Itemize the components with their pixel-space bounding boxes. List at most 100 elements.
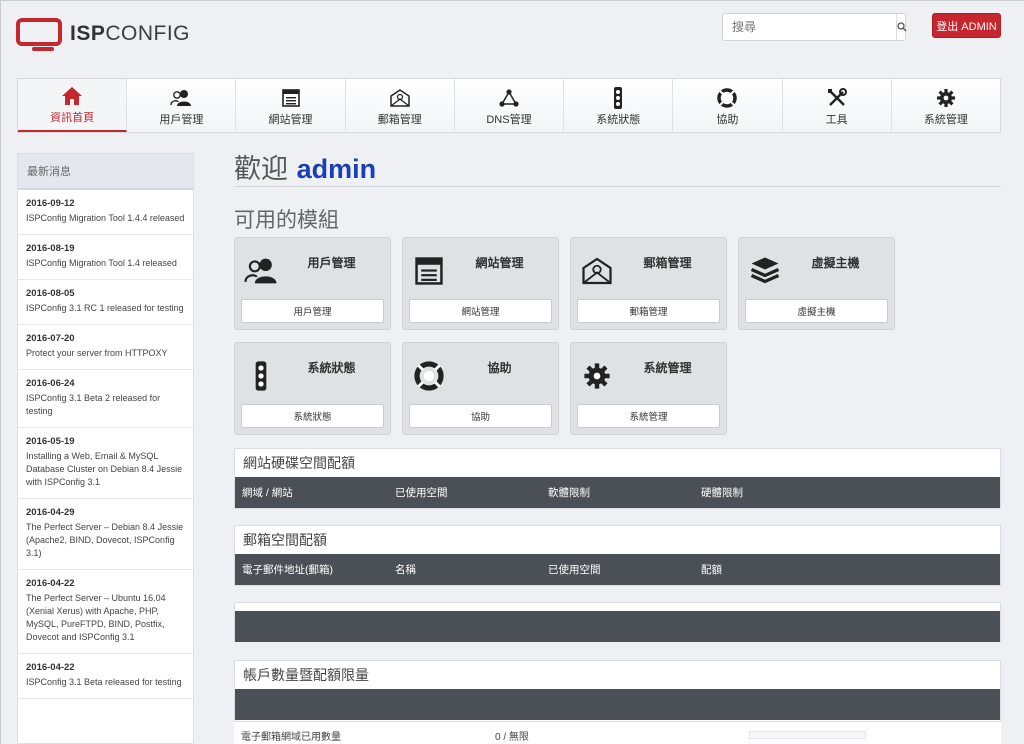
news-link[interactable]: ISPConfig 3.1 Beta 2 released for testin… (26, 392, 185, 418)
module-card-mail: 郵箱管理 郵箱管理 (570, 237, 727, 330)
nav-item-dns[interactable]: DNS管理 (454, 79, 565, 132)
logout-button[interactable]: 登出 ADMIN (932, 13, 1001, 38)
table-header: 網域 / 網站 已使用空間 軟體限制 硬體限制 (235, 477, 1000, 508)
nav-item-monitor[interactable]: 系統狀態 (564, 79, 674, 132)
module-button-sites[interactable]: 網站管理 (409, 299, 552, 323)
page-title: 歡迎 admin (234, 147, 376, 186)
news-item[interactable]: 2016-04-22 The Perfect Server – Ubuntu 16… (18, 570, 193, 654)
news-date: 2016-04-29 (26, 507, 75, 518)
divider (234, 186, 1001, 187)
module-button-clients[interactable]: 用戶管理 (241, 299, 384, 323)
search-icon (897, 22, 907, 32)
news-item[interactable]: 2016-05-19 Installing a Web, Email & MySQ… (18, 428, 193, 499)
website-icon (281, 89, 300, 107)
news-date: 2016-06-24 (26, 378, 75, 389)
news-item[interactable]: 2016-08-05 ISPConfig 3.1 RC 1 released fo… (18, 280, 193, 325)
nav-label: 系統狀態 (596, 114, 641, 126)
nav-item-system[interactable]: 系統管理 (891, 79, 1000, 132)
news-item[interactable]: 2016-08-19 ISPConfig Migration Tool 1.4 r… (18, 235, 193, 280)
column-header[interactable]: 名稱 (388, 562, 541, 577)
column-header[interactable]: 網域 / 網站 (235, 485, 388, 500)
table-row: 電子郵箱網域已用數量 0 / 無限 (234, 722, 1001, 744)
column-header[interactable]: 電子郵件地址(郵箱) (235, 562, 388, 577)
module-button-system[interactable]: 系統管理 (577, 404, 720, 428)
ispconfig-logo[interactable]: ISPCONFIG (16, 16, 190, 52)
gear-icon (936, 89, 955, 107)
search-input[interactable] (723, 14, 896, 40)
welcome-prefix: 歡迎 (234, 154, 288, 185)
news-date: 2016-05-19 (26, 436, 75, 447)
modules-title: 可用的模組 (234, 208, 339, 232)
nav-label: 用戶管理 (159, 114, 204, 126)
nav-label: 郵箱管理 (377, 114, 422, 126)
module-title: 協助 (487, 361, 512, 375)
news-item[interactable]: 2016-06-24 ISPConfig 3.1 Beta 2 released … (18, 370, 193, 428)
news-item[interactable]: 2016-09-12 ISPConfig Migration Tool 1.4.4… (18, 190, 193, 235)
nav-item-sites[interactable]: 網站管理 (236, 79, 346, 132)
module-title: 郵箱管理 (643, 256, 692, 270)
monitor-logo-icon (16, 18, 62, 51)
news-link[interactable]: The Perfect Server – Debian 8.4 Jessie (… (26, 521, 185, 560)
nav-item-help[interactable]: 協助 (673, 79, 783, 132)
news-item[interactable]: 2016-04-29 The Perfect Server – Debian 8.… (18, 499, 193, 570)
usage-progress-bar (749, 731, 866, 739)
panel-title: 網站硬碟空間配額 (243, 456, 355, 472)
news-link[interactable]: Installing a Web, Email & MySQL Database… (26, 450, 185, 489)
table-header: 電子郵件地址(郵箱) 名稱 已使用空間 配額 (235, 554, 1000, 585)
module-button-monitor[interactable]: 系統狀態 (241, 404, 384, 428)
nav-item-tools[interactable]: 工具 (782, 79, 892, 132)
nav-item-mail[interactable]: 郵箱管理 (345, 79, 455, 132)
traffic-light-icon (255, 361, 267, 391)
module-button-mail[interactable]: 郵箱管理 (577, 299, 720, 323)
module-title: 用戶管理 (307, 256, 356, 270)
news-date: 2016-04-22 (26, 662, 75, 673)
news-link[interactable]: Protect your server from HTTPOXY (26, 347, 185, 360)
nav-label: DNS管理 (486, 114, 532, 126)
module-button-help[interactable]: 協助 (409, 404, 552, 428)
news-date: 2016-08-05 (26, 288, 75, 299)
news-link[interactable]: ISPConfig Migration Tool 1.4 released (26, 257, 185, 270)
module-title: 系統狀態 (307, 361, 356, 375)
table-header (235, 689, 1000, 720)
column-header[interactable]: 軟體限制 (541, 485, 694, 500)
lifebuoy-icon (414, 361, 444, 391)
limits-panel: 帳戶數量暨配額限量 (234, 660, 1001, 722)
users-icon (170, 90, 192, 106)
username: admin (296, 154, 377, 184)
traffic-light-icon (614, 87, 623, 109)
mail-icon (582, 257, 612, 285)
server-stack-icon (750, 257, 780, 284)
news-sidebar: 最新消息 2016-09-12 ISPConfig Migration Tool … (17, 153, 194, 744)
column-header[interactable]: 硬體限制 (694, 485, 847, 500)
nav-label: 協助 (716, 114, 739, 126)
module-card-vm: 虛擬主機 虛擬主機 (738, 237, 895, 330)
module-button-vm[interactable]: 虛擬主機 (745, 299, 888, 323)
panel-title: 郵箱空間配額 (243, 533, 327, 549)
search-button[interactable] (896, 14, 907, 40)
nav-label: 工具 (825, 114, 848, 126)
nav-label: 網站管理 (268, 114, 313, 126)
news-link[interactable]: ISPConfig Migration Tool 1.4.4 released (26, 212, 185, 225)
column-header[interactable]: 已使用空間 (388, 485, 541, 500)
news-link[interactable]: ISPConfig 3.1 Beta released for testing (26, 676, 185, 689)
nav-item-home[interactable]: 資訊首頁 (18, 79, 128, 132)
nav-label: 系統管理 (923, 114, 968, 126)
tools-icon (827, 88, 847, 106)
nav-item-users[interactable]: 用戶管理 (127, 79, 237, 132)
column-header[interactable]: 已使用空間 (541, 562, 694, 577)
module-card-clients: 用戶管理 用戶管理 (234, 237, 391, 330)
mail-quota-panel: 郵箱空間配額 電子郵件地址(郵箱) 名稱 已使用空間 配額 (234, 525, 1001, 586)
website-icon (415, 257, 443, 285)
news-item[interactable]: 2016-04-22 ISPConfig 3.1 Beta released fo… (18, 654, 193, 699)
dns-icon (499, 89, 519, 107)
home-icon (62, 87, 83, 105)
logo-text-light: CONFIG (105, 22, 191, 45)
module-title: 虛擬主機 (811, 256, 860, 270)
news-link[interactable]: ISPConfig 3.1 RC 1 released for testing (26, 302, 185, 315)
module-title: 網站管理 (475, 256, 524, 270)
logo-text-bold: ISP (70, 22, 106, 45)
module-title: 系統管理 (643, 361, 692, 375)
news-link[interactable]: The Perfect Server – Ubuntu 16.04 (Xenia… (26, 592, 185, 644)
news-item[interactable]: 2016-07-20 Protect your server from HTTPO… (18, 325, 193, 370)
column-header[interactable]: 配額 (694, 562, 847, 577)
